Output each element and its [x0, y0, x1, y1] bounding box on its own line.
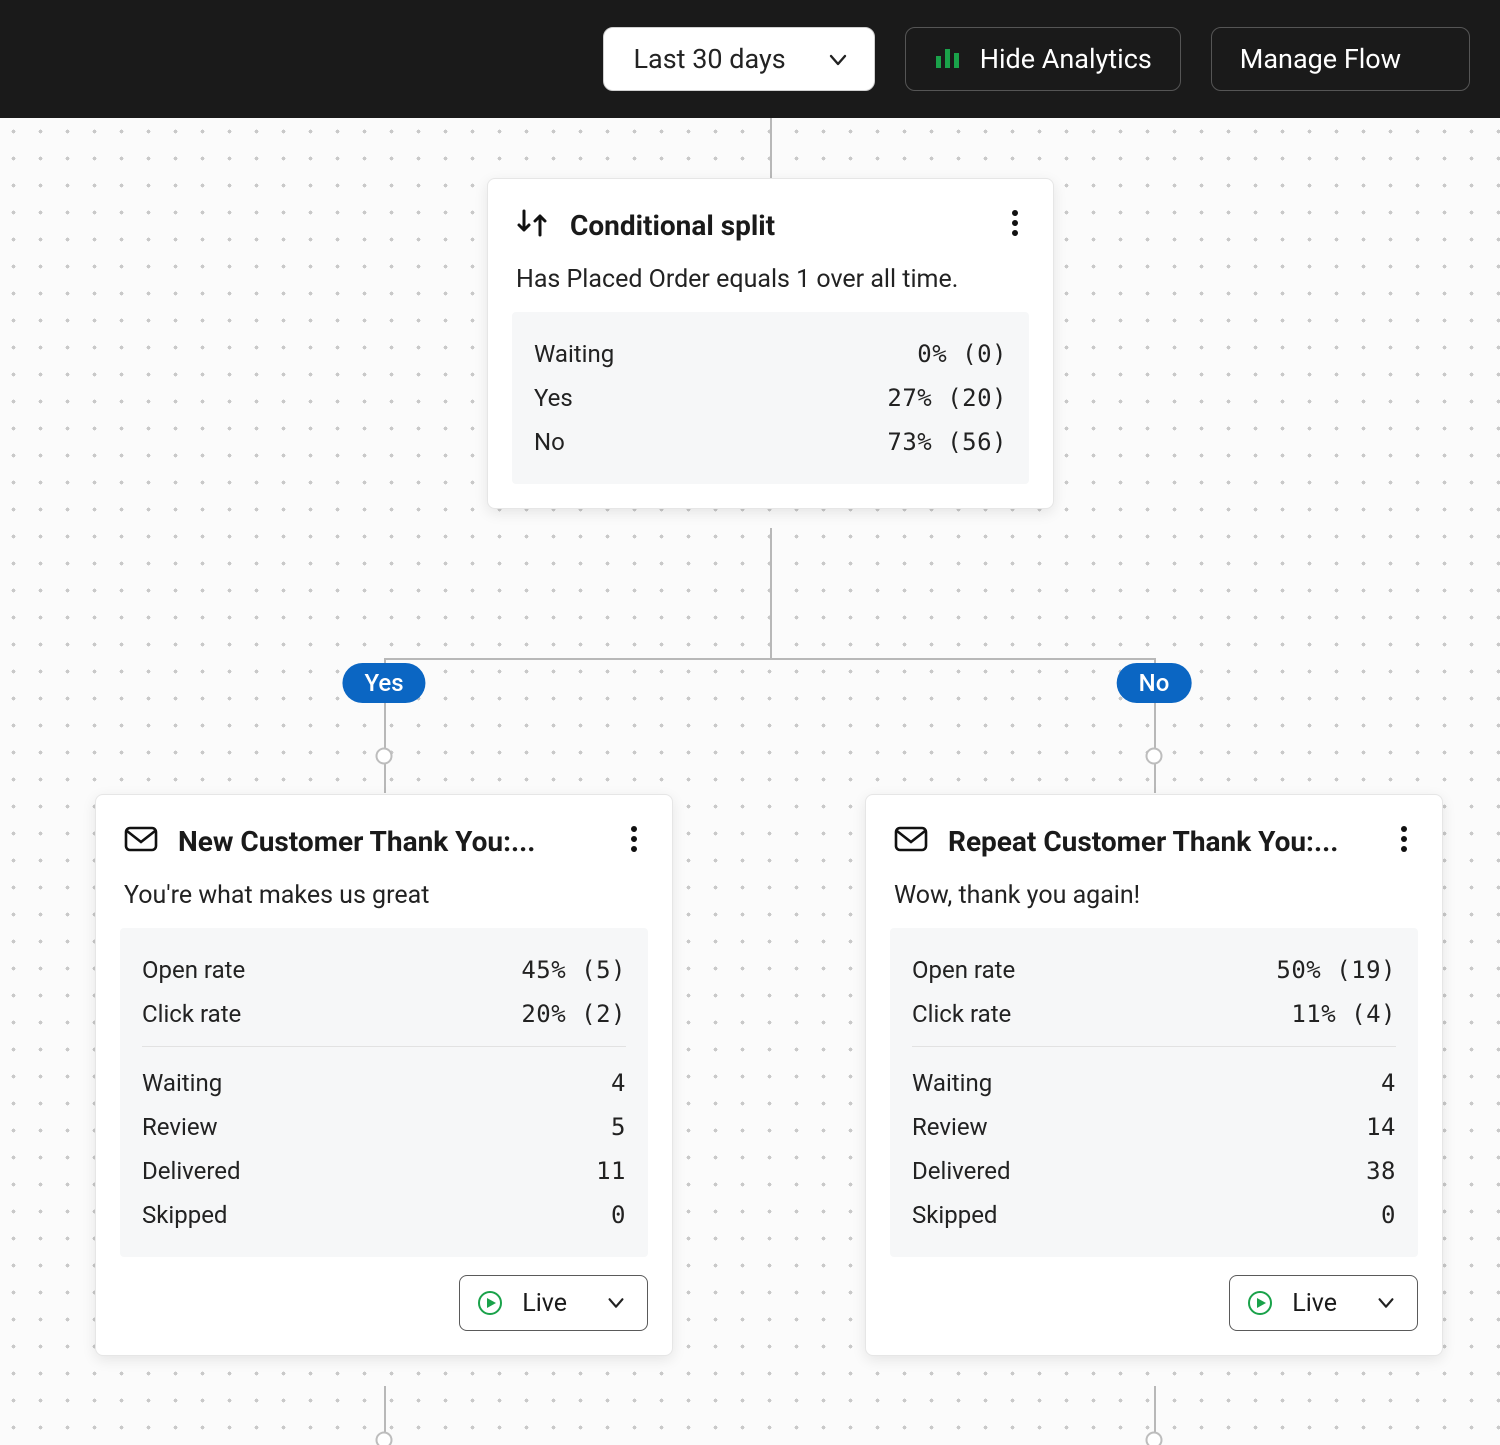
caret-down-icon — [1423, 43, 1441, 75]
node-footer: Live — [120, 1257, 648, 1331]
stat-row-review: Review 5 — [142, 1105, 626, 1149]
hide-analytics-label: Hide Analytics — [980, 43, 1152, 75]
flow-canvas[interactable]: Conditional split Has Placed Order equal… — [0, 118, 1500, 1445]
stat-row-no: No 73% (56) — [534, 420, 1007, 464]
stat-value: 11% (4) — [1291, 1000, 1396, 1028]
email-stats: Open rate 45% (5) Click rate 20% (2) Wai… — [120, 928, 648, 1257]
node-footer: Live — [890, 1257, 1418, 1331]
stat-label: Skipped — [142, 1201, 227, 1229]
stat-label: No — [534, 428, 565, 456]
stat-value: 50% (19) — [1276, 956, 1396, 984]
status-select[interactable]: Live — [459, 1275, 648, 1331]
split-condition-text: Has Placed Order equals 1 over all time. — [512, 257, 1029, 312]
play-icon — [478, 1291, 502, 1315]
split-arrows-icon — [516, 208, 550, 242]
node-title: Repeat Customer Thank You:... — [948, 825, 1374, 858]
stat-value: 5 — [611, 1113, 626, 1141]
stat-row-waiting: Waiting 4 — [912, 1061, 1396, 1105]
stat-label: Yes — [534, 384, 573, 412]
node-menu-button[interactable] — [624, 821, 644, 861]
stat-label: Review — [912, 1113, 988, 1141]
stat-label: Waiting — [142, 1069, 222, 1097]
chevron-down-icon — [605, 1292, 627, 1314]
bar-chart-icon — [934, 43, 962, 75]
stat-value: 14 — [1366, 1113, 1396, 1141]
date-range-label: Last 30 days — [634, 43, 786, 75]
top-toolbar: Last 30 days Hide Analytics Manage Flow — [0, 0, 1500, 118]
stat-value: 20% (2) — [521, 1000, 626, 1028]
stat-row-delivered: Delivered 38 — [912, 1149, 1396, 1193]
stat-label: Open rate — [912, 956, 1015, 984]
stat-row-click-rate: Click rate 20% (2) — [142, 992, 626, 1036]
stat-value: 4 — [1381, 1069, 1396, 1097]
connector-line — [770, 528, 772, 658]
node-menu-button[interactable] — [1394, 821, 1414, 861]
email-subject: You're what makes us great — [120, 873, 648, 928]
email-node-new-customer[interactable]: New Customer Thank You:... You're what m… — [95, 794, 673, 1356]
stat-divider — [912, 1046, 1396, 1047]
status-label: Live — [522, 1289, 567, 1318]
chevron-down-icon — [1375, 1292, 1397, 1314]
manage-flow-label: Manage Flow — [1240, 43, 1401, 75]
stat-value: 38 — [1366, 1157, 1396, 1185]
connector-dot — [376, 1432, 393, 1445]
conditional-split-node[interactable]: Conditional split Has Placed Order equal… — [487, 178, 1054, 509]
branch-label-no: No — [1117, 663, 1192, 703]
node-title: New Customer Thank You:... — [178, 825, 604, 858]
connector-dot — [376, 748, 393, 765]
stat-label: Skipped — [912, 1201, 997, 1229]
email-node-repeat-customer[interactable]: Repeat Customer Thank You:... Wow, thank… — [865, 794, 1443, 1356]
branch-label-yes: Yes — [342, 663, 425, 703]
stat-row-review: Review 14 — [912, 1105, 1396, 1149]
email-subject: Wow, thank you again! — [890, 873, 1418, 928]
connector-dot — [1146, 1432, 1163, 1445]
stat-label: Click rate — [142, 1000, 241, 1028]
stat-row-yes: Yes 27% (20) — [534, 376, 1007, 420]
hide-analytics-button[interactable]: Hide Analytics — [905, 27, 1181, 91]
node-header: Repeat Customer Thank You:... — [890, 819, 1418, 873]
stat-value: 11 — [596, 1157, 626, 1185]
stat-row-waiting: Waiting 4 — [142, 1061, 626, 1105]
stat-label: Open rate — [142, 956, 245, 984]
connector-line — [770, 118, 772, 178]
stat-label: Click rate — [912, 1000, 1011, 1028]
stat-value: 27% (20) — [887, 384, 1007, 412]
stat-label: Waiting — [534, 340, 614, 368]
node-header: Conditional split — [512, 203, 1029, 257]
mail-icon — [124, 826, 158, 856]
stat-divider — [142, 1046, 626, 1047]
mail-icon — [894, 826, 928, 856]
node-menu-button[interactable] — [1005, 205, 1025, 245]
chevron-down-icon — [826, 47, 850, 71]
stat-label: Waiting — [912, 1069, 992, 1097]
date-range-select[interactable]: Last 30 days — [603, 27, 875, 91]
stat-row-open-rate: Open rate 50% (19) — [912, 948, 1396, 992]
stat-row-skipped: Skipped 0 — [912, 1193, 1396, 1237]
status-label: Live — [1292, 1289, 1337, 1318]
stat-label: Delivered — [142, 1157, 241, 1185]
split-stats: Waiting 0% (0) Yes 27% (20) No 73% (56) — [512, 312, 1029, 484]
manage-flow-button[interactable]: Manage Flow — [1211, 27, 1470, 91]
stat-row-click-rate: Click rate 11% (4) — [912, 992, 1396, 1036]
status-select[interactable]: Live — [1229, 1275, 1418, 1331]
stat-row-skipped: Skipped 0 — [142, 1193, 626, 1237]
stat-row-delivered: Delivered 11 — [142, 1149, 626, 1193]
node-header: New Customer Thank You:... — [120, 819, 648, 873]
connector-dot — [1146, 748, 1163, 765]
stat-row-waiting: Waiting 0% (0) — [534, 332, 1007, 376]
stat-label: Delivered — [912, 1157, 1011, 1185]
stat-value: 4 — [611, 1069, 626, 1097]
connector-line — [384, 658, 1156, 660]
stat-label: Review — [142, 1113, 218, 1141]
node-title: Conditional split — [570, 209, 985, 242]
email-stats: Open rate 50% (19) Click rate 11% (4) Wa… — [890, 928, 1418, 1257]
stat-value: 0 — [611, 1201, 626, 1229]
stat-value: 0% (0) — [917, 340, 1007, 368]
stat-value: 73% (56) — [887, 428, 1007, 456]
play-icon — [1248, 1291, 1272, 1315]
stat-value: 0 — [1381, 1201, 1396, 1229]
stat-value: 45% (5) — [521, 956, 626, 984]
stat-row-open-rate: Open rate 45% (5) — [142, 948, 626, 992]
